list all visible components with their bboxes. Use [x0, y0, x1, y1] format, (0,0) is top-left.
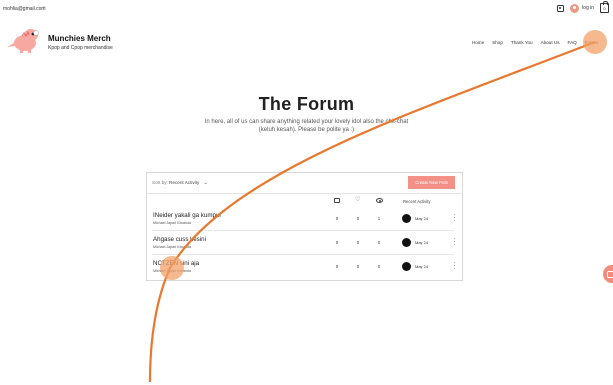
more-icon[interactable]: · · ·	[453, 236, 456, 248]
page-title: The Forum	[258, 94, 355, 114]
comment-count: 0	[335, 264, 339, 269]
more-icon[interactable]: · · ·	[453, 212, 456, 224]
nav-item-shop[interactable]: Shop	[492, 40, 503, 45]
forum-panel: Sort by: Recent Activity ⌄ Create New Po…	[146, 172, 463, 281]
post-author[interactable]: Michael Japari Kiwanda	[153, 269, 191, 273]
page-subtitle: In here, all of us can share anything re…	[0, 118, 613, 134]
activity-date: May 24	[415, 216, 429, 221]
page-subtitle-line-2: (keluh kesah). Please be polite ya :)	[258, 127, 355, 133]
sort-dropdown[interactable]: Sort by: Recent Activity ⌄	[152, 180, 208, 186]
chat-icon[interactable]	[603, 265, 613, 283]
nav-item-thank-you[interactable]: Thank You	[511, 40, 533, 45]
avatar[interactable]	[402, 214, 411, 223]
avatar[interactable]	[402, 262, 411, 271]
chevron-down-icon: ⌄	[203, 180, 208, 186]
like-count: 0	[356, 264, 360, 269]
nav-item-about-us[interactable]: About Us	[541, 40, 560, 45]
login-button[interactable]: log in	[570, 3, 594, 13]
forum-toolbar: Sort by: Recent Activity ⌄ Create New Po…	[147, 173, 462, 193]
recent-activity-header: Recent Activity	[403, 199, 431, 204]
top-bar: mohlia@gmail.com › log in 0	[0, 0, 613, 24]
post-author[interactable]: Michael Japari Kiwanda	[153, 221, 191, 225]
column-header: ♡ Recent Activity	[147, 193, 462, 207]
activity-date: May 24	[415, 240, 429, 245]
main-nav: Home Shop Thank You About Us FAQ Forum	[472, 40, 598, 45]
eye-icon	[376, 198, 383, 203]
nav-item-home[interactable]: Home	[472, 40, 484, 45]
comment-icon	[334, 198, 340, 203]
like-count: 0	[356, 216, 360, 221]
post-title[interactable]: Ahgase cuss kesini	[153, 236, 206, 243]
view-count: 0	[377, 264, 381, 269]
view-count: 1	[377, 216, 381, 221]
nav-item-faq[interactable]: FAQ	[568, 40, 577, 45]
post-author[interactable]: Michael Japari Kiwanda	[153, 245, 191, 249]
more-icon[interactable]: · · ·	[453, 260, 456, 272]
settings-icon[interactable]	[557, 4, 565, 12]
top-right-actions: log in 0	[557, 1, 609, 13]
activity-date: May 24	[415, 264, 429, 269]
heart-icon: ♡	[355, 197, 361, 203]
comment-count: 0	[335, 216, 339, 221]
brand-subtitle: Kpop and Cpop merchandise	[48, 45, 113, 51]
post-row[interactable]: NCTZEN sini aja Michael Japari Kiwanda 0…	[147, 255, 462, 279]
post-row[interactable]: Ahgase cuss kesini Michael Japari Kiwand…	[147, 231, 462, 255]
user-avatar-icon	[570, 3, 580, 13]
comment-count: 0	[335, 240, 339, 245]
account-email[interactable]: mohlia@gmail.com	[3, 6, 46, 12]
like-count: 0	[356, 240, 360, 245]
post-row[interactable]: INeider yakali ga kumpul Michael Japari …	[147, 207, 462, 231]
chevron-right-icon[interactable]: ›	[43, 5, 45, 11]
login-label: log in	[582, 5, 594, 11]
brand-title[interactable]: Munchies Merch	[48, 34, 111, 43]
post-title[interactable]: NCTZEN sini aja	[153, 260, 199, 267]
nav-item-forum[interactable]: Forum	[585, 40, 598, 45]
cart-icon[interactable]: 0	[600, 1, 609, 13]
sort-label: Sort by:	[152, 180, 168, 185]
sort-value: Recent Activity	[169, 180, 200, 185]
dinosaur-logo[interactable]	[7, 26, 41, 54]
view-count: 0	[377, 240, 381, 245]
page-subtitle-line-1: In here, all of us can share anything re…	[204, 119, 409, 125]
avatar[interactable]	[402, 238, 411, 247]
post-title[interactable]: INeider yakali ga kumpul	[153, 212, 221, 219]
create-new-post-button[interactable]: Create New Post	[408, 176, 455, 189]
